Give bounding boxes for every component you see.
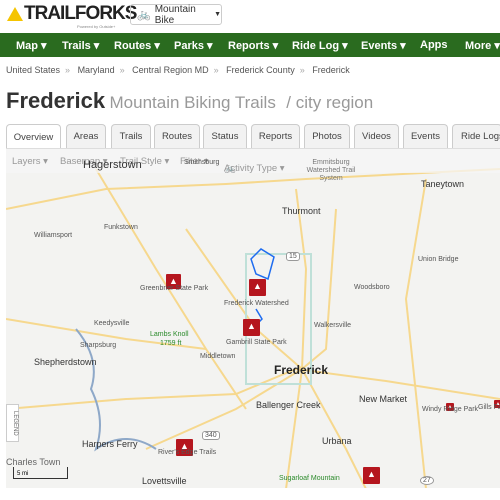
place-label: Thurmont xyxy=(282,206,321,216)
place-label: Hagerstown xyxy=(83,159,142,171)
peak-label: Sugarloaf Mountain xyxy=(279,475,340,482)
caret-down-icon: ▼ xyxy=(214,11,221,18)
nav-map[interactable]: Map ▾ xyxy=(16,39,47,52)
place-label: Shepherdstown xyxy=(34,357,97,367)
logo-icon xyxy=(7,7,23,21)
nav-routes[interactable]: Routes ▾ xyxy=(114,39,160,52)
place-label: Sharpsburg xyxy=(80,342,117,349)
tabs: Overview Areas Trails Routes Status Repo… xyxy=(6,124,500,149)
place-label: Walkersville xyxy=(314,322,352,329)
nav-reports[interactable]: Reports ▾ xyxy=(228,39,278,52)
place-label: Harpers Ferry xyxy=(82,439,138,449)
breadcrumb: United States» Maryland» Central Region … xyxy=(6,65,350,75)
place-label: Taneytown xyxy=(421,179,465,189)
tab-routes[interactable]: Routes xyxy=(154,124,200,148)
nav-apps[interactable]: Apps xyxy=(420,39,448,51)
place-label: Urbana xyxy=(322,436,352,446)
activity-selector[interactable]: 🚲 Mountain Bike ▼ xyxy=(130,4,222,26)
nav-parks[interactable]: Parks ▾ xyxy=(174,39,213,52)
tab-areas[interactable]: Areas xyxy=(66,124,106,148)
tab-overview[interactable]: Overview xyxy=(6,124,61,149)
place-label: Funkstown xyxy=(104,224,138,231)
park-label[interactable]: Greenbrier State Park xyxy=(140,285,208,292)
nav-ride-log[interactable]: Ride Log ▾ xyxy=(292,39,348,52)
map-scale: 5 mi xyxy=(13,467,68,479)
mountain-bike-icon: 🚲 xyxy=(137,9,151,21)
place-label: Union Bridge xyxy=(418,256,459,263)
park-label[interactable]: Emmitsburg Watershed Trail System xyxy=(296,159,366,183)
tab-reports[interactable]: Reports xyxy=(251,124,300,148)
crumb[interactable]: United States xyxy=(6,65,60,75)
place-label: Woodsboro xyxy=(354,284,390,291)
tab-ride-logs[interactable]: Ride Logs xyxy=(452,124,500,148)
nav-trails[interactable]: Trails ▾ xyxy=(62,39,99,52)
mountain-pin-icon[interactable]: ▲ xyxy=(363,467,380,484)
legend-button[interactable]: LEGEND xyxy=(6,404,19,442)
place-label: Lovettsville xyxy=(142,476,187,486)
tab-events[interactable]: Events xyxy=(403,124,448,148)
crumb[interactable]: Frederick County xyxy=(226,65,295,75)
place-label: Williamsport xyxy=(34,232,73,239)
place-label: Frederick xyxy=(274,363,329,377)
place-label: New Market xyxy=(359,394,408,404)
mountain-pin-icon[interactable]: ▲ xyxy=(249,279,266,296)
park-label[interactable]: Gills Falls Recreation xyxy=(478,404,500,412)
place-label: Ballenger Creek xyxy=(256,400,321,410)
layers-dropdown[interactable]: Layers ▾ xyxy=(12,156,48,167)
trailforks-logo[interactable]: TRAILFORKS Powered by Outside+ xyxy=(7,4,137,29)
main-nav: Map ▾ Trails ▾ Routes ▾ Parks ▾ Reports … xyxy=(0,33,500,57)
place-label: Charles Town xyxy=(6,457,61,467)
route-shield: 27 xyxy=(420,476,434,485)
tab-trails[interactable]: Trails xyxy=(111,124,151,148)
place-label: Middletown xyxy=(200,353,236,360)
tab-photos[interactable]: Photos xyxy=(304,124,350,148)
mountain-pin-icon[interactable]: ▲ xyxy=(243,319,260,336)
crumb[interactable]: Maryland xyxy=(78,65,115,75)
peak-elevation: 1759 ft xyxy=(160,340,182,347)
place-label: Smithsburg xyxy=(184,159,220,166)
route-shield: 15 xyxy=(286,252,300,261)
place-label: Keedysville xyxy=(94,320,130,327)
nav-events[interactable]: Events ▾ xyxy=(361,39,406,52)
map-toolbar: Layers ▾ Basemap ▾ Trail Style ▾ Filter … xyxy=(6,149,500,182)
route-shield: 340 xyxy=(202,431,220,440)
header: TRAILFORKS Powered by Outside+ 🚲 Mountai… xyxy=(0,0,500,33)
tab-videos[interactable]: Videos xyxy=(354,124,399,148)
tab-status[interactable]: Status xyxy=(203,124,247,148)
crumb[interactable]: Central Region MD xyxy=(132,65,209,75)
peak-label: Lambs Knoll xyxy=(150,331,189,338)
page-title: Frederick Mountain Biking Trails / city … xyxy=(6,88,374,113)
park-label[interactable]: River's Edge Trails xyxy=(158,449,216,456)
crumb[interactable]: Frederick xyxy=(312,65,350,75)
map[interactable]: Layers ▾ Basemap ▾ Trail Style ▾ Filter … xyxy=(6,148,500,488)
park-label[interactable]: Frederick Watershed xyxy=(224,300,289,307)
nav-more[interactable]: More ▾ xyxy=(465,39,500,52)
park-label[interactable]: Windy Ridge Park xyxy=(422,406,478,413)
park-label[interactable]: Gambrill State Park xyxy=(226,339,287,346)
